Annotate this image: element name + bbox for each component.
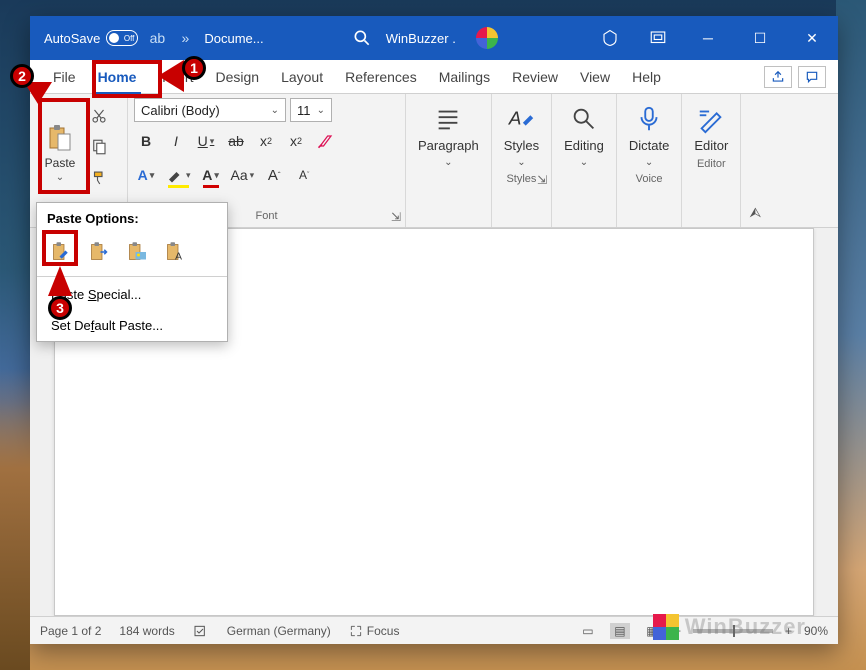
font-dialog-launcher-icon[interactable]: ⇲ <box>391 210 401 224</box>
spellcheck-status-icon[interactable] <box>193 623 209 639</box>
user-name[interactable]: WinBuzzer . <box>386 31 456 46</box>
titlebar: AutoSave Off ab » Docume... WinBuzzer . … <box>30 16 838 60</box>
tab-help[interactable]: Help <box>621 60 672 94</box>
tab-design[interactable]: Design <box>204 60 270 94</box>
styles-dialog-launcher-icon[interactable]: ⇲ <box>537 173 547 187</box>
print-layout-icon[interactable]: ▤ <box>610 623 630 639</box>
bold-button[interactable]: B <box>136 130 156 152</box>
voice-group-label: Voice <box>636 173 663 185</box>
autosave-toggle[interactable]: AutoSave Off <box>44 30 138 46</box>
picture-paste-icon[interactable] <box>123 238 151 266</box>
strikethrough-qat-icon[interactable]: ab <box>148 29 166 47</box>
qat-overflow-icon[interactable]: » <box>176 29 194 47</box>
keep-source-formatting-icon[interactable] <box>47 238 75 266</box>
tab-layout[interactable]: Layout <box>270 60 334 94</box>
focus-mode-button[interactable]: Focus <box>349 624 400 638</box>
search-icon[interactable] <box>352 28 372 48</box>
shrink-font-button[interactable]: Aˇ <box>294 164 314 186</box>
paragraph-button[interactable]: Paragraph ⌄ <box>406 94 491 168</box>
clear-format-icon[interactable] <box>316 130 336 152</box>
font-name-combo[interactable]: Calibri (Body)⌄ <box>134 98 286 122</box>
annotation-callout-3: 3 <box>48 296 72 320</box>
copy-icon[interactable] <box>90 138 108 161</box>
collapse-ribbon-icon[interactable]: ⮙ <box>741 94 769 227</box>
grow-font-button[interactable]: Aˆ <box>264 164 284 186</box>
annotation-arrow-1 <box>158 60 184 92</box>
word-count[interactable]: 184 words <box>119 624 174 638</box>
language-status[interactable]: German (Germany) <box>227 624 331 638</box>
chevron-down-icon: ⌄ <box>56 172 64 183</box>
font-group-label: Font <box>255 210 277 222</box>
svg-text:A: A <box>175 251 182 263</box>
dictate-button[interactable]: Dictate ⌄ <box>617 94 681 168</box>
tab-mailings[interactable]: Mailings <box>428 60 501 94</box>
minimize-button[interactable]: ─ <box>682 16 734 60</box>
editor-group-label: Editor <box>697 158 726 170</box>
annotation-callout-1: 1 <box>182 56 206 80</box>
tab-home[interactable]: Home <box>87 60 148 94</box>
format-painter-icon[interactable] <box>90 169 108 192</box>
zoom-level[interactable]: 90% <box>804 624 828 638</box>
tab-review[interactable]: Review <box>501 60 569 94</box>
maximize-button[interactable]: ☐ <box>734 16 786 60</box>
watermark-logo-icon <box>653 614 679 640</box>
highlight-button[interactable]: ▾ <box>166 164 191 186</box>
coming-soon-icon[interactable] <box>586 16 634 60</box>
tab-references[interactable]: References <box>334 60 428 94</box>
read-mode-icon[interactable]: ▭ <box>578 623 598 639</box>
styles-button[interactable]: A Styles ⌄ <box>492 94 551 168</box>
italic-button[interactable]: I <box>166 130 186 152</box>
subscript-button[interactable]: x2 <box>256 130 276 152</box>
text-effects-button[interactable]: A▾ <box>136 164 156 186</box>
editor-button[interactable]: Editor <box>682 94 740 153</box>
tab-view[interactable]: View <box>569 60 621 94</box>
document-name[interactable]: Docume... <box>204 31 263 46</box>
font-size-combo[interactable]: 11⌄ <box>290 98 332 122</box>
cut-icon[interactable] <box>90 107 108 130</box>
change-case-button[interactable]: Aa▾ <box>231 164 255 186</box>
annotation-arrow-3 <box>48 266 72 296</box>
underline-button[interactable]: U▾ <box>196 130 216 152</box>
strikethrough-button[interactable]: ab <box>226 130 246 152</box>
font-color-button[interactable]: A▾ <box>201 164 221 186</box>
share-button[interactable] <box>764 66 792 88</box>
page-indicator[interactable]: Page 1 of 2 <box>40 624 101 638</box>
watermark: WinBuzzer <box>653 614 806 640</box>
comments-button[interactable] <box>798 66 826 88</box>
display-options-icon[interactable] <box>634 16 682 60</box>
close-button[interactable]: ✕ <box>786 16 838 60</box>
ribbon-tabs: File Home Insert Design Layout Reference… <box>30 60 838 94</box>
user-avatar-icon[interactable] <box>476 27 498 49</box>
svg-text:A: A <box>508 108 522 129</box>
superscript-button[interactable]: x2 <box>286 130 306 152</box>
autosave-label: AutoSave <box>44 31 100 46</box>
editing-button[interactable]: Editing ⌄ <box>552 94 616 168</box>
text-only-icon[interactable]: A <box>161 238 189 266</box>
styles-group-label: Styles <box>506 173 536 185</box>
annotation-callout-2: 2 <box>10 64 34 88</box>
paste-button[interactable]: Paste ⌄ <box>36 98 84 201</box>
merge-formatting-icon[interactable] <box>85 238 113 266</box>
paste-options-title: Paste Options: <box>37 203 227 234</box>
